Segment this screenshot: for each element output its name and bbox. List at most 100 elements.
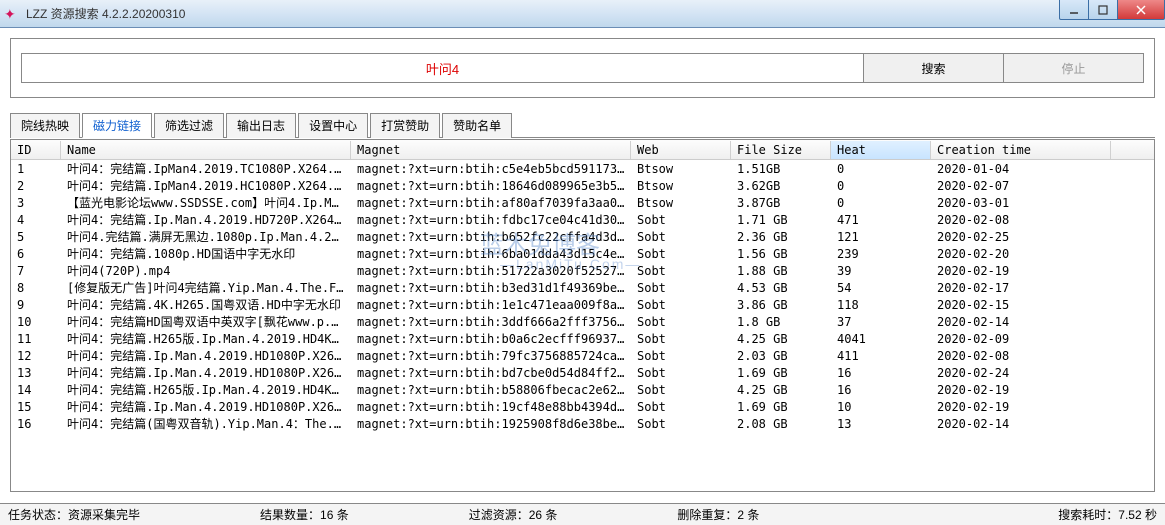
cell-id: 6	[11, 247, 61, 261]
cell-name: 叶问4：完结篇(国粤双音轨).Yip.Man.4：The...	[61, 415, 351, 432]
cell-id: 5	[11, 230, 61, 244]
col-header-time[interactable]: Creation time	[931, 141, 1111, 159]
table-row[interactable]: 6叶问4：完结篇.1080p.HD国语中字无水印magnet:?xt=urn:b…	[11, 245, 1154, 262]
table-row[interactable]: 11叶问4：完结篇.H265版.Ip.Man.4.2019.HD4K.X...m…	[11, 330, 1154, 347]
tab-4[interactable]: 设置中心	[298, 113, 368, 138]
maximize-button[interactable]	[1088, 0, 1118, 20]
cell-size: 2.03 GB	[731, 349, 831, 363]
cell-name: [修复版无广告]叶问4完结篇.Yip.Man.4.The.F...	[61, 279, 351, 296]
cell-magnet: magnet:?xt=urn:btih:18646d089965e3b5f219…	[351, 179, 631, 193]
search-button[interactable]: 搜索	[864, 53, 1004, 83]
table-row[interactable]: 8[修复版无广告]叶问4完结篇.Yip.Man.4.The.F...magnet…	[11, 279, 1154, 296]
cell-magnet: magnet:?xt=urn:btih:b58806fbecac2e624e86…	[351, 383, 631, 397]
table-row[interactable]: 14叶问4：完结篇.H265版.Ip.Man.4.2019.HD4K.X...m…	[11, 381, 1154, 398]
table-row[interactable]: 2叶问4：完结篇.IpMan4.2019.HC1080P.X264.AC...m…	[11, 177, 1154, 194]
content-area: 搜索 停止 院线热映磁力链接筛选过滤输出日志设置中心打赏赞助赞助名单 ID Na…	[0, 28, 1165, 503]
cell-size: 1.71 GB	[731, 213, 831, 227]
search-input[interactable]	[21, 53, 864, 83]
cell-heat: 411	[831, 349, 931, 363]
cell-size: 3.87GB	[731, 196, 831, 210]
close-button[interactable]	[1117, 0, 1165, 20]
tab-1[interactable]: 磁力链接	[82, 113, 152, 138]
cell-id: 4	[11, 213, 61, 227]
tab-2[interactable]: 筛选过滤	[154, 113, 224, 138]
cell-size: 1.69 GB	[731, 366, 831, 380]
cell-magnet: magnet:?xt=urn:btih:6ba01dda43d15c4e4f5d…	[351, 247, 631, 261]
cell-id: 13	[11, 366, 61, 380]
window-controls	[1060, 0, 1165, 20]
cell-time: 2020-02-08	[931, 213, 1111, 227]
table-row[interactable]: 10叶问4：完结篇HD国粤双语中英双字[飘花www.p...magnet:?xt…	[11, 313, 1154, 330]
cell-heat: 239	[831, 247, 931, 261]
cell-heat: 16	[831, 383, 931, 397]
tab-0[interactable]: 院线热映	[10, 113, 80, 138]
grid-body[interactable]: 1叶问4：完结篇.IpMan4.2019.TC1080P.X264.AC...m…	[11, 160, 1154, 491]
table-row[interactable]: 3【蓝光电影论坛www.SSDSSE.com】叶问4.Ip.M4...magne…	[11, 194, 1154, 211]
cell-id: 9	[11, 298, 61, 312]
cell-size: 1.56 GB	[731, 247, 831, 261]
tab-6[interactable]: 赞助名单	[442, 113, 512, 138]
cell-id: 2	[11, 179, 61, 193]
tab-bar: 院线热映磁力链接筛选过滤输出日志设置中心打赏赞助赞助名单	[10, 112, 1155, 138]
cell-magnet: magnet:?xt=urn:btih:1e1c471eaa009f8ae1d4…	[351, 298, 631, 312]
cell-heat: 121	[831, 230, 931, 244]
col-header-name[interactable]: Name	[61, 141, 351, 159]
cell-id: 16	[11, 417, 61, 431]
cell-size: 1.88 GB	[731, 264, 831, 278]
table-row[interactable]: 15叶问4：完结篇.Ip.Man.4.2019.HD1080P.X264...m…	[11, 398, 1154, 415]
col-header-web[interactable]: Web	[631, 141, 731, 159]
cell-size: 1.69 GB	[731, 400, 831, 414]
cell-web: Sobt	[631, 332, 731, 346]
cell-name: 叶问4.完结篇.满屏无黑边.1080p.Ip.Man.4.20...	[61, 228, 351, 245]
cell-web: Sobt	[631, 298, 731, 312]
col-header-magnet[interactable]: Magnet	[351, 141, 631, 159]
cell-id: 3	[11, 196, 61, 210]
cell-web: Sobt	[631, 383, 731, 397]
cell-magnet: magnet:?xt=urn:btih:b652fc22cffa4d3d0012…	[351, 230, 631, 244]
table-row[interactable]: 13叶问4：完结篇.Ip.Man.4.2019.HD1080P.X264...m…	[11, 364, 1154, 381]
cell-size: 2.08 GB	[731, 417, 831, 431]
cell-web: Btsow	[631, 162, 731, 176]
table-row[interactable]: 4叶问4：完结篇.Ip.Man.4.2019.HD720P.X264.A...m…	[11, 211, 1154, 228]
table-row[interactable]: 16叶问4：完结篇(国粤双音轨).Yip.Man.4：The...magnet:…	[11, 415, 1154, 432]
cell-magnet: magnet:?xt=urn:btih:bd7cbe0d54d84ff26c7b…	[351, 366, 631, 380]
table-row[interactable]: 9叶问4：完结篇.4K.H265.国粤双语.HD中字无水印magnet:?xt=…	[11, 296, 1154, 313]
cell-time: 2020-01-04	[931, 162, 1111, 176]
table-row[interactable]: 12叶问4：完结篇.Ip.Man.4.2019.HD1080P.X264...m…	[11, 347, 1154, 364]
cell-size: 2.36 GB	[731, 230, 831, 244]
cell-web: Sobt	[631, 400, 731, 414]
cell-name: 叶问4：完结篇.H265版.Ip.Man.4.2019.HD4K.X...	[61, 381, 351, 398]
col-header-heat[interactable]: Heat	[831, 141, 931, 159]
status-bar: 任务状态：资源采集完毕 结果数量：16 条 过滤资源：26 条 删除重复：2 条…	[0, 503, 1165, 525]
col-header-id[interactable]: ID	[11, 141, 61, 159]
cell-heat: 54	[831, 281, 931, 295]
table-row[interactable]: 5叶问4.完结篇.满屏无黑边.1080p.Ip.Man.4.20...magne…	[11, 228, 1154, 245]
tab-5[interactable]: 打赏赞助	[370, 113, 440, 138]
cell-name: 叶问4(720P).mp4	[61, 262, 351, 279]
tab-3[interactable]: 输出日志	[226, 113, 296, 138]
cell-time: 2020-02-24	[931, 366, 1111, 380]
cell-magnet: magnet:?xt=urn:btih:1925908f8d6e38be104b…	[351, 417, 631, 431]
cell-heat: 39	[831, 264, 931, 278]
cell-heat: 37	[831, 315, 931, 329]
status-dedup: 删除重复：2 条	[677, 506, 759, 523]
cell-heat: 0	[831, 162, 931, 176]
cell-magnet: magnet:?xt=urn:btih:c5e4eb5bcd591173d761…	[351, 162, 631, 176]
cell-web: Sobt	[631, 281, 731, 295]
cell-web: Sobt	[631, 315, 731, 329]
cell-time: 2020-02-08	[931, 349, 1111, 363]
cell-magnet: magnet:?xt=urn:btih:b0a6c2ecfff96937dfef…	[351, 332, 631, 346]
cell-name: 叶问4：完结篇.H265版.Ip.Man.4.2019.HD4K.X...	[61, 330, 351, 347]
cell-time: 2020-02-09	[931, 332, 1111, 346]
table-row[interactable]: 1叶问4：完结篇.IpMan4.2019.TC1080P.X264.AC...m…	[11, 160, 1154, 177]
table-row[interactable]: 7叶问4(720P).mp4magnet:?xt=urn:btih:51722a…	[11, 262, 1154, 279]
cell-name: 叶问4：完结篇.Ip.Man.4.2019.HD1080P.X264...	[61, 398, 351, 415]
col-header-size[interactable]: File Size	[731, 141, 831, 159]
cell-magnet: magnet:?xt=urn:btih:79fc3756885724ca90e9…	[351, 349, 631, 363]
cell-name: 【蓝光电影论坛www.SSDSSE.com】叶问4.Ip.M4...	[61, 194, 351, 211]
status-results: 结果数量：16 条	[260, 506, 349, 523]
status-task: 任务状态：资源采集完毕	[8, 506, 140, 523]
cell-time: 2020-02-20	[931, 247, 1111, 261]
minimize-button[interactable]	[1059, 0, 1089, 20]
cell-magnet: magnet:?xt=urn:btih:b3ed31d1f49369be7ed2…	[351, 281, 631, 295]
